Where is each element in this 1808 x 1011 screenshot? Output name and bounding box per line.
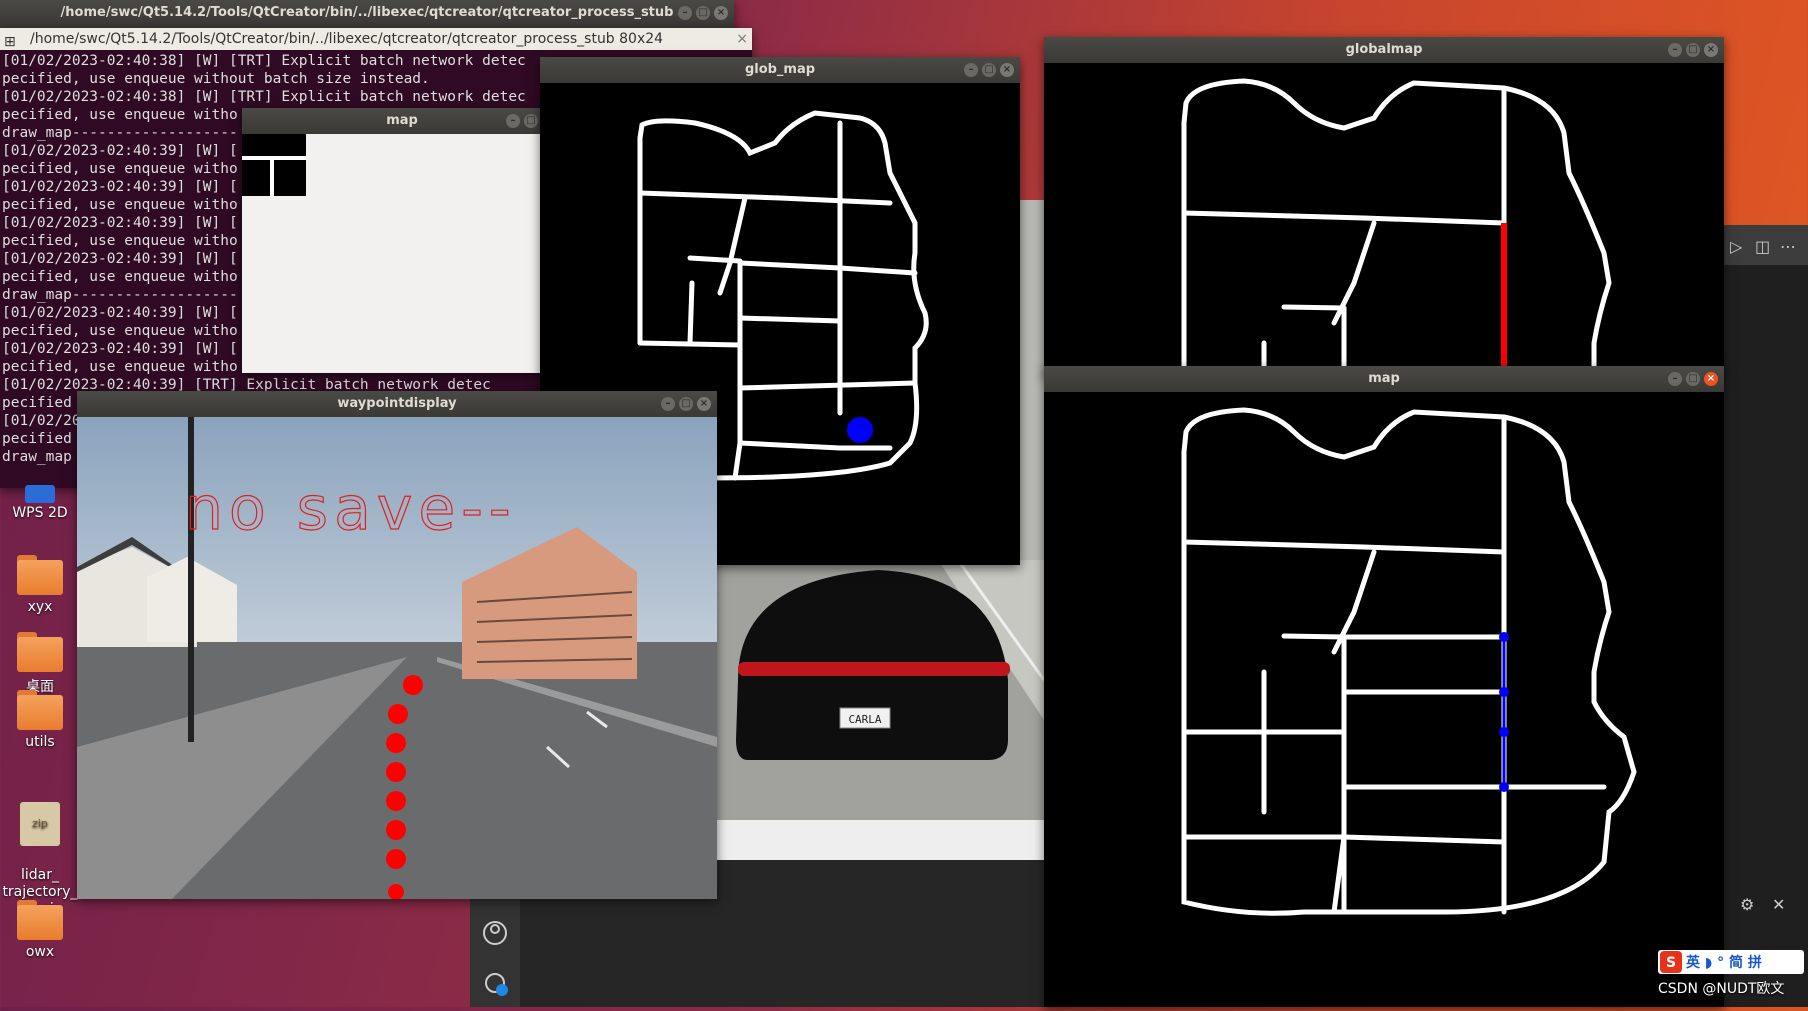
- minimize-icon[interactable]: –: [661, 397, 675, 411]
- ime-status: 英 ◗ ° 简 拼: [1686, 955, 1762, 971]
- terminal-back-title: /home/swc/Qt5.14.2/Tools/QtCreator/bin/.…: [60, 5, 674, 20]
- minimize-icon[interactable]: –: [506, 114, 520, 128]
- road-network: [1181, 78, 1612, 377]
- map-small-titlebar[interactable]: map – □ ×: [242, 108, 562, 134]
- window-title: map: [386, 113, 418, 128]
- globalmap-titlebar[interactable]: globalmap – □ ×: [1044, 37, 1724, 63]
- watermark: CSDN @NUDT欧文: [1658, 981, 1785, 997]
- road-network: [1181, 407, 1637, 916]
- overlay-status-text: no save--: [185, 474, 517, 544]
- window-title: glob_map: [744, 62, 816, 77]
- terminal-titlebar[interactable]: ⊞ /home/swc/Qt5.14.2/Tools/QtCreator/bin…: [0, 28, 752, 50]
- maximize-icon[interactable]: □: [1686, 372, 1700, 386]
- desktop-item-label: WPS 2D: [12, 505, 68, 521]
- terminal-title: /home/swc/Qt5.14.2/Tools/QtCreator/bin/.…: [30, 31, 664, 47]
- minimize-icon[interactable]: –: [964, 63, 978, 77]
- minimize-icon[interactable]: –: [1668, 372, 1682, 386]
- terminal-back-titlebar[interactable]: /home/swc/Qt5.14.2/Tools/QtCreator/bin/.…: [0, 0, 734, 26]
- window-title: globalmap: [1345, 42, 1423, 57]
- map-small-canvas: [242, 134, 562, 373]
- desktop-item-owx[interactable]: owx: [0, 900, 80, 960]
- folder-icon: [17, 690, 63, 730]
- globalmap-canvas: [1044, 63, 1724, 377]
- desktop-item-label: owx: [25, 944, 55, 960]
- vehicle-position-marker: [847, 417, 873, 443]
- close-icon[interactable]: ×: [697, 397, 711, 411]
- desktop-item-utils[interactable]: utils: [0, 690, 80, 750]
- close-icon[interactable]: ×: [1704, 372, 1718, 386]
- desktop-item-wps[interactable]: WPS 2D: [0, 485, 80, 521]
- minimize-icon[interactable]: –: [1668, 43, 1682, 57]
- more-icon: ⋯: [1780, 237, 1796, 256]
- desktop-item-desktop[interactable]: 桌面: [0, 632, 80, 696]
- ime-toolbar[interactable]: S英 ◗ ° 简 拼: [1658, 950, 1804, 974]
- qt-sidebar-icons: [483, 921, 508, 996]
- maximize-icon[interactable]: □: [524, 114, 538, 128]
- close-icon[interactable]: ×: [736, 28, 748, 50]
- wps-icon: [25, 485, 55, 503]
- globalmap-window[interactable]: globalmap – □ ×: [1044, 37, 1724, 377]
- maximize-icon[interactable]: □: [679, 397, 693, 411]
- desktop-item-label: utils: [25, 734, 55, 750]
- waypoint-camera-view: no save--: [77, 417, 717, 899]
- minimize-icon[interactable]: –: [678, 6, 692, 20]
- folder-icon: [17, 555, 63, 595]
- qtcreator-sidebar: [470, 880, 520, 1007]
- window-title: waypointdisplay: [337, 396, 457, 411]
- map-large-titlebar[interactable]: map – □ ×: [1044, 366, 1724, 392]
- maximize-icon[interactable]: □: [982, 63, 996, 77]
- waypointdisplay-window[interactable]: waypointdisplay – □ × no save--: [77, 391, 717, 899]
- play-icon: ▷: [1730, 237, 1743, 256]
- folder-icon: [17, 900, 63, 940]
- window-title: map: [1368, 371, 1400, 386]
- settings-gear-icon[interactable]: ⚙: [1740, 895, 1754, 914]
- close-icon[interactable]: ×: [714, 6, 728, 20]
- maximize-icon[interactable]: □: [696, 6, 710, 20]
- terminal-menu-icon[interactable]: ⊞: [4, 31, 16, 53]
- zip-icon: zip: [20, 802, 60, 846]
- map-large-canvas: [1044, 392, 1724, 1007]
- close-icon[interactable]: ×: [1000, 63, 1014, 77]
- svg-text:CARLA: CARLA: [848, 713, 881, 726]
- glob-map-titlebar[interactable]: glob_map – □ ×: [540, 57, 1020, 83]
- sogou-logo-icon: S: [1660, 951, 1682, 973]
- waypointdisplay-titlebar[interactable]: waypointdisplay – □ ×: [77, 391, 717, 417]
- maximize-icon[interactable]: □: [1686, 43, 1700, 57]
- close-icon[interactable]: ×: [1704, 43, 1718, 57]
- map-large-window[interactable]: map – □ ×: [1044, 366, 1724, 1007]
- folder-icon: [17, 632, 63, 672]
- desktop-item-xyx[interactable]: xyx: [0, 555, 80, 615]
- split-icon: ◫: [1755, 237, 1770, 256]
- desktop-item-zip[interactable]: zip lidar_ trajectory_ car.zip: [0, 785, 80, 918]
- close-icon[interactable]: ✕: [1772, 895, 1785, 914]
- desktop-item-label: xyx: [27, 599, 53, 615]
- camera-scene: no save--: [77, 417, 717, 899]
- map-small-window[interactable]: map – □ ×: [242, 108, 562, 373]
